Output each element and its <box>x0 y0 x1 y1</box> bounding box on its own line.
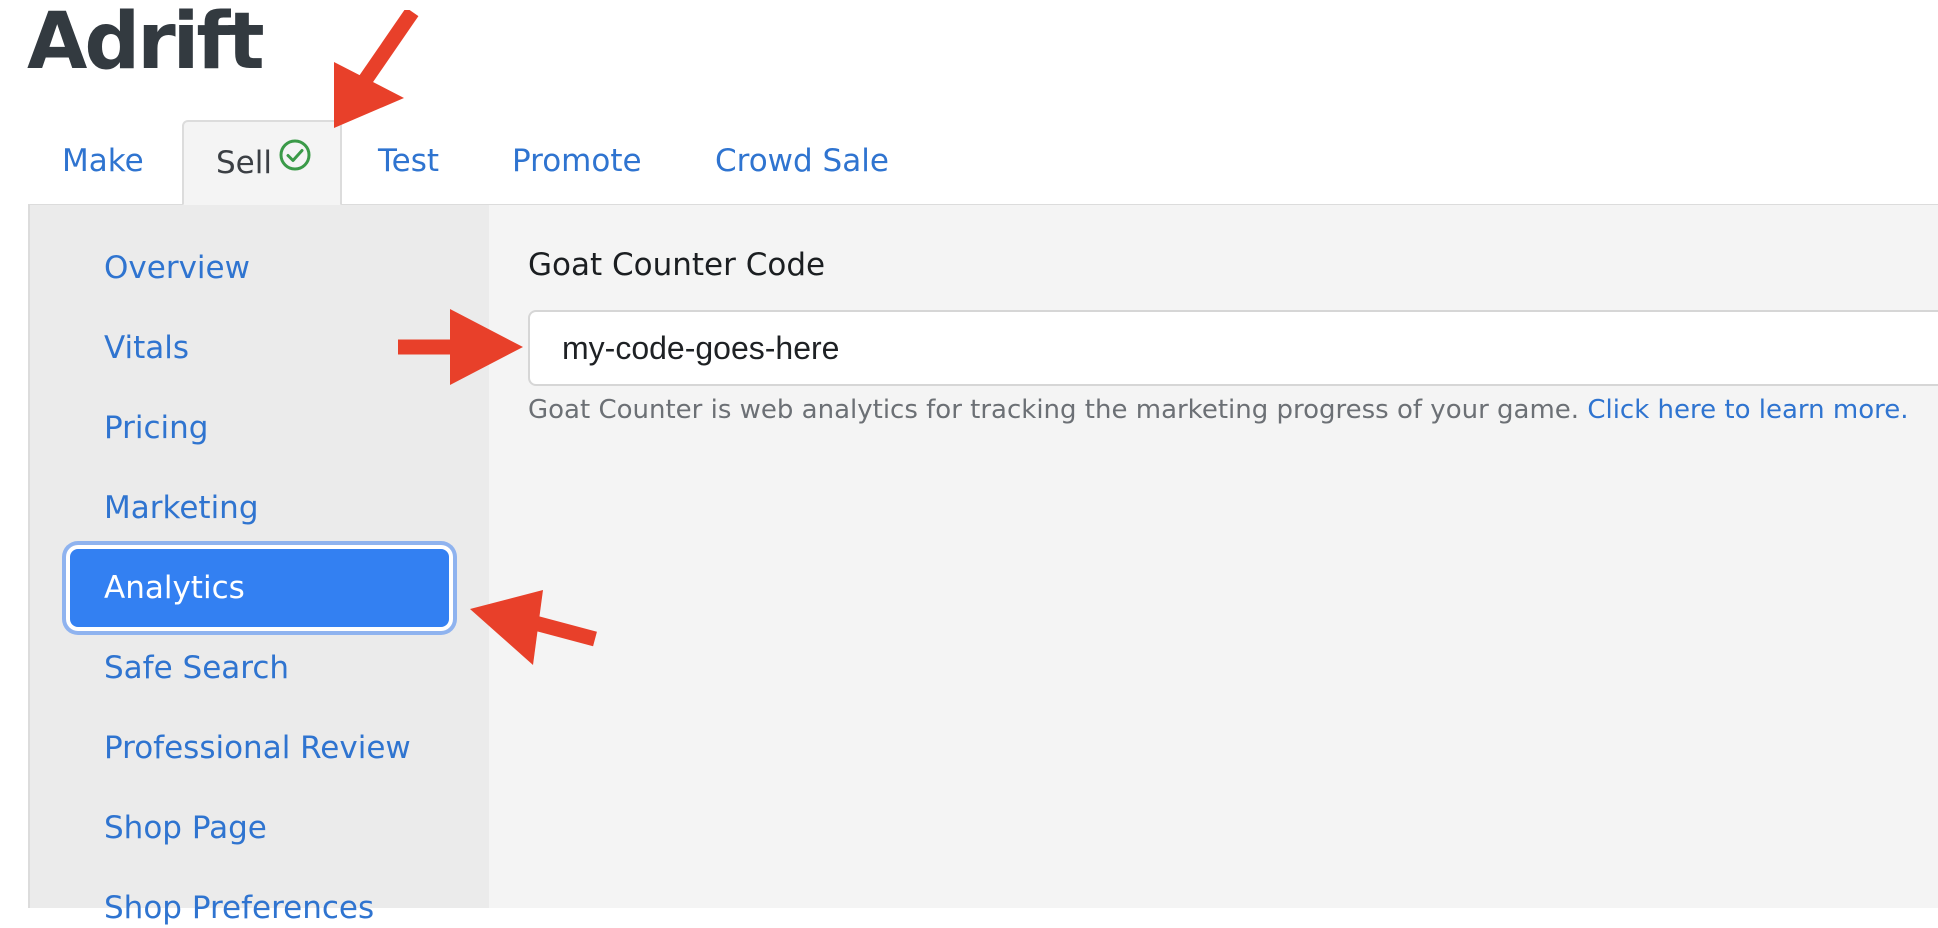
learn-more-link[interactable]: Click here to learn more. <box>1587 395 1908 425</box>
annotation-arrow-icon <box>334 10 419 128</box>
sidebar-item-overview[interactable]: Overview <box>104 248 250 288</box>
tab-promote[interactable]: Promote <box>512 120 642 204</box>
sidebar-item-pricing[interactable]: Pricing <box>104 408 209 448</box>
tab-label: Test <box>378 143 440 179</box>
sidebar-item-analytics[interactable]: Analytics <box>70 549 449 627</box>
tab-label: Promote <box>512 143 642 179</box>
content-panel: Overview Vitals Pricing Marketing Analyt… <box>28 205 1938 926</box>
tab-sell[interactable]: Sell <box>182 120 342 206</box>
help-text: Goat Counter is web analytics for tracki… <box>528 390 1909 430</box>
tab-label: Make <box>62 143 144 179</box>
tab-bar: Make Sell Test Promote Crowd Sale <box>28 120 1938 206</box>
sidebar: Overview Vitals Pricing Marketing Analyt… <box>30 205 489 926</box>
sidebar-item-safe-search[interactable]: Safe Search <box>104 648 289 688</box>
goat-counter-code-label: Goat Counter Code <box>528 247 826 283</box>
sidebar-item-shop-page[interactable]: Shop Page <box>104 808 267 848</box>
goat-counter-code-input[interactable] <box>528 310 1938 386</box>
tab-make[interactable]: Make <box>62 120 144 204</box>
page-title: Adrift <box>27 0 265 87</box>
sidebar-item-professional-review[interactable]: Professional Review <box>104 728 411 768</box>
tab-crowd-sale[interactable]: Crowd Sale <box>715 120 889 204</box>
tab-label: Crowd Sale <box>715 143 889 179</box>
sidebar-item-vitals[interactable]: Vitals <box>104 328 189 368</box>
sidebar-item-shop-preferences[interactable]: Shop Preferences <box>104 888 374 928</box>
sidebar-item-marketing[interactable]: Marketing <box>104 488 259 528</box>
check-circle-icon <box>278 121 312 203</box>
tab-label: Sell <box>216 145 272 181</box>
help-description: Goat Counter is web analytics for tracki… <box>528 395 1580 425</box>
tab-test[interactable]: Test <box>378 120 439 204</box>
